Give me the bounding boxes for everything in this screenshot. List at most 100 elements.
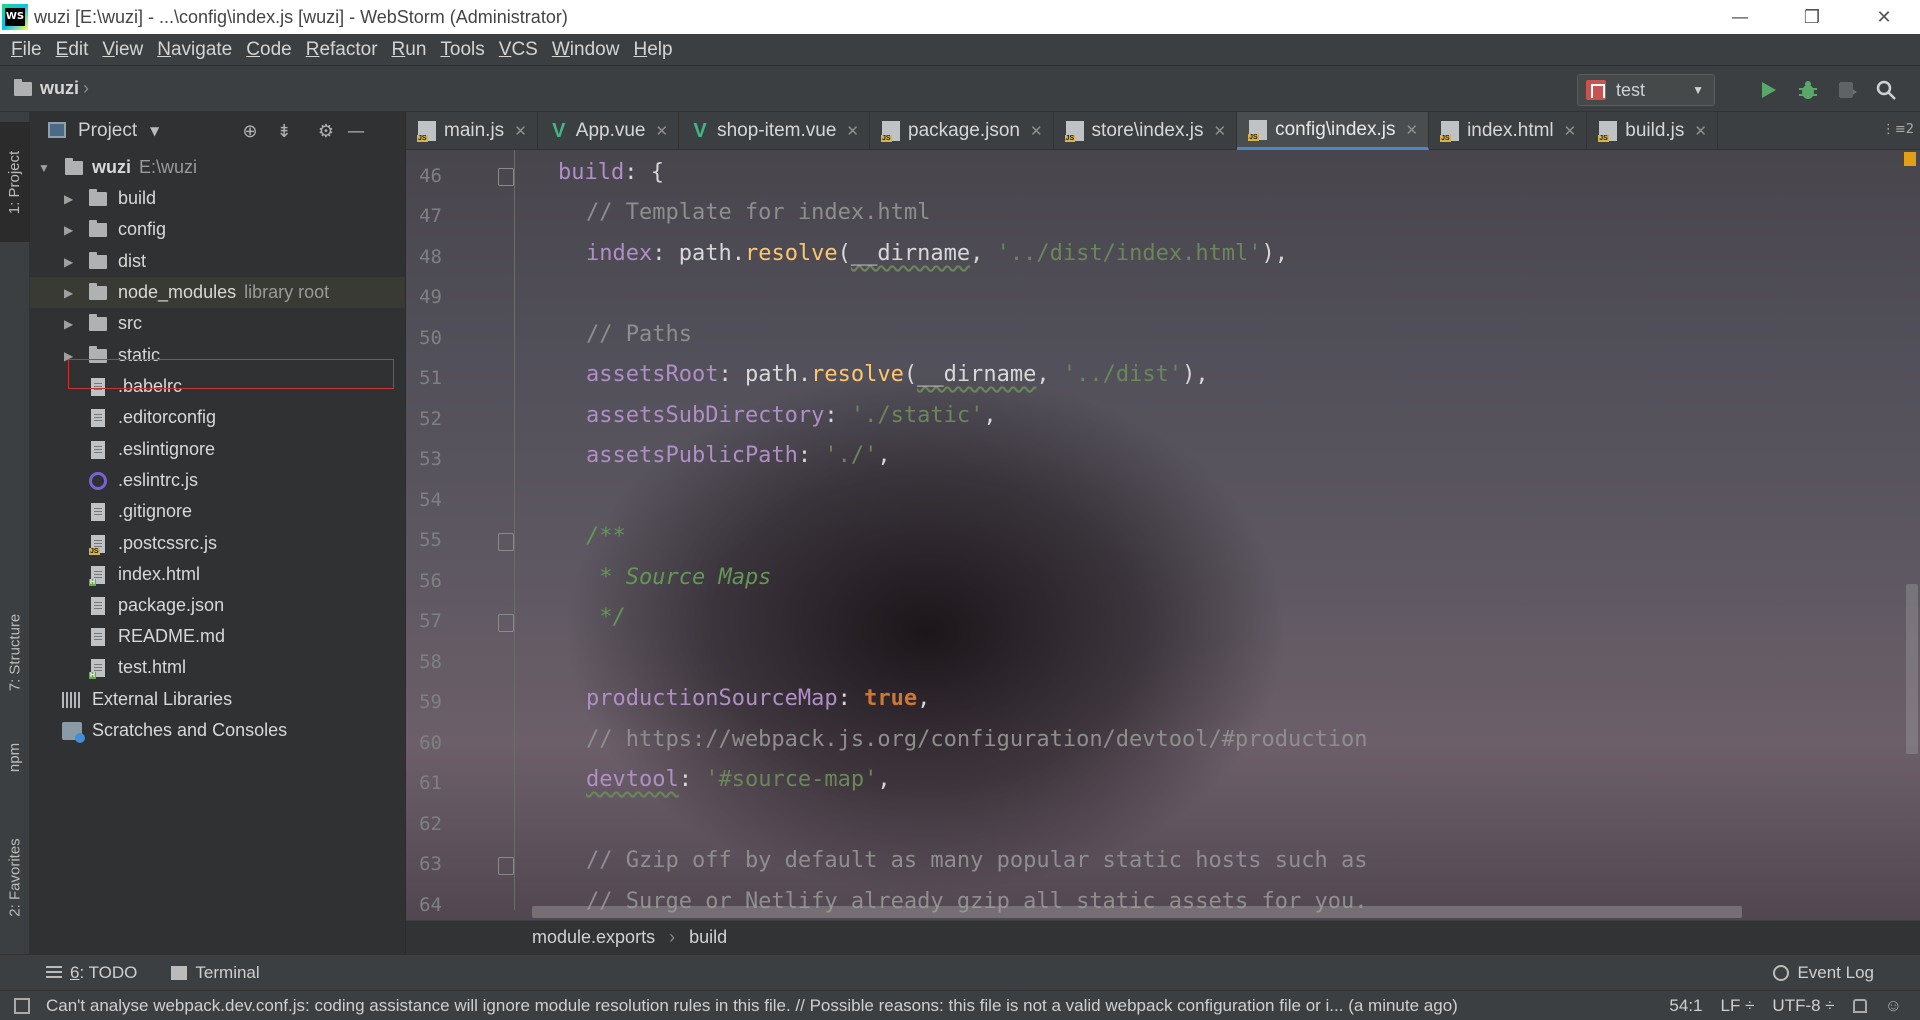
fold-marker-icon[interactable] (498, 857, 514, 875)
menu-code[interactable]: Code (239, 39, 298, 61)
terminal-tool-button[interactable]: Terminal (171, 963, 260, 983)
text-file-icon (91, 502, 105, 521)
status-message[interactable]: Can't analyse webpack.dev.conf.js: codin… (46, 996, 1458, 1016)
close-icon[interactable]: ✕ (1564, 122, 1577, 140)
close-button[interactable]: ✕ (1848, 0, 1920, 34)
search-everywhere-button[interactable] (1874, 78, 1898, 102)
tree-folder-dist[interactable]: ▶ dist (30, 246, 405, 277)
collapsed-arrow-icon: ▶ (64, 222, 74, 237)
fold-marker-icon[interactable] (498, 614, 514, 632)
menu-view[interactable]: View (95, 39, 150, 61)
folder-icon (89, 251, 107, 269)
library-root-hint: library root (244, 282, 330, 302)
tree-label: package.json (118, 595, 225, 615)
tree-scratches[interactable]: Scratches and Consoles (30, 715, 405, 746)
nav-project-crumb[interactable]: wuzi › (14, 78, 89, 99)
todo-tool-button[interactable]: 6: TODO (46, 963, 137, 983)
event-log-button[interactable]: Event Log (1773, 963, 1874, 983)
stop-button[interactable] (1834, 78, 1858, 102)
tab-store-index-js[interactable]: store\index.js ✕ (1054, 112, 1238, 150)
vertical-scrollbar[interactable] (1906, 584, 1918, 754)
warning-marker[interactable] (1904, 152, 1916, 166)
menu-help[interactable]: Help (626, 39, 679, 61)
close-icon[interactable]: ✕ (656, 122, 669, 140)
fold-marker-icon[interactable] (498, 168, 514, 186)
tree-file-postcssrc[interactable]: JS .postcssrc.js (30, 528, 405, 559)
close-icon[interactable]: ✕ (1214, 122, 1227, 140)
menu-window[interactable]: Window (545, 39, 627, 61)
close-icon[interactable]: ✕ (514, 122, 527, 140)
search-icon (1876, 80, 1896, 100)
caret-position[interactable]: 54:1 (1669, 996, 1702, 1016)
tool-tab-project[interactable]: 1: Project (0, 122, 30, 242)
editor-tabs: main.js✕ VApp.vue✕ Vshop-item.vue✕ packa… (406, 112, 1920, 150)
line-number: 63 (419, 853, 442, 875)
tool-tab-favorites-label: 2: Favorites (6, 837, 24, 917)
tree-folder-build[interactable]: ▶ build (30, 183, 405, 214)
debug-button[interactable] (1796, 78, 1820, 102)
menu-vcs[interactable]: VCS (492, 39, 545, 61)
menu-file[interactable]: File (4, 39, 49, 61)
menu-refactor[interactable]: Refactor (299, 39, 385, 61)
menu-navigate[interactable]: Navigate (150, 39, 239, 61)
collapse-all-icon[interactable]: ⇟ (272, 119, 296, 143)
close-icon[interactable]: ✕ (846, 122, 859, 140)
code-content[interactable]: build: { // Template for index.html inde… (406, 112, 1367, 914)
tab-build-js[interactable]: build.js ✕ (1587, 112, 1718, 150)
js-file-icon (1064, 121, 1084, 142)
tool-tab-npm[interactable]: npm (0, 717, 30, 797)
tree-external-libraries[interactable]: External Libraries (30, 684, 405, 715)
breadcrumb-item[interactable]: module.exports (532, 927, 655, 948)
tree-file-test-html[interactable]: H test.html (30, 652, 405, 683)
breadcrumb-item[interactable]: build (689, 927, 727, 948)
tree-file-package-json[interactable]: package.json (30, 590, 405, 621)
tree-file-readme[interactable]: README.md (30, 621, 405, 652)
code-line-48: index: path.resolve(__dirname, '../dist/… (586, 241, 1289, 266)
line-separator[interactable]: LF ÷ (1721, 996, 1755, 1016)
file-encoding[interactable]: UTF-8 ÷ (1772, 996, 1834, 1016)
menu-run[interactable]: Run (385, 39, 434, 61)
tab-package-json[interactable]: package.json ✕ (870, 112, 1054, 150)
tool-tab-structure[interactable]: 7: Structure (0, 582, 30, 722)
tool-tab-favorites[interactable]: 2: Favorites (0, 812, 30, 942)
close-icon[interactable]: ✕ (1405, 121, 1418, 139)
tab-config-index-js[interactable]: config\index.js ✕ (1237, 112, 1430, 150)
menu-edit[interactable]: Edit (49, 39, 96, 61)
restore-button[interactable]: ❐ (1776, 0, 1848, 34)
tree-file-index-html[interactable]: H index.html (30, 559, 405, 590)
toggle-tool-windows-icon[interactable] (14, 998, 30, 1014)
tab-index-html[interactable]: index.html ✕ (1429, 112, 1588, 150)
webstorm-logo-icon (2, 4, 28, 30)
close-icon[interactable]: ✕ (1030, 122, 1043, 140)
tab-shop-item-vue[interactable]: Vshop-item.vue ✕ (679, 112, 870, 150)
fold-marker-icon[interactable] (498, 533, 514, 551)
project-view-select[interactable]: Project (78, 120, 137, 142)
menu-tools[interactable]: Tools (433, 39, 491, 61)
gear-icon[interactable]: ⚙ (314, 119, 338, 143)
horizontal-scrollbar[interactable] (532, 906, 1742, 918)
tree-folder-node-modules[interactable]: ▶ node_modules library root (30, 277, 405, 308)
folder-icon (65, 157, 83, 175)
tree-label: .editorconfig (118, 407, 217, 427)
tree-file-editorconfig[interactable]: .editorconfig (30, 402, 405, 433)
tree-folder-config[interactable]: ▶ config (30, 214, 405, 245)
tree-file-gitignore[interactable]: .gitignore (30, 496, 405, 527)
tab-list-button[interactable]: ⋮≡2 (1882, 122, 1914, 137)
minimize-button[interactable]: — (1704, 0, 1776, 34)
run-button[interactable] (1756, 78, 1780, 102)
collapsed-arrow-icon: ▶ (64, 254, 74, 269)
tree-root-wuzi[interactable]: ▼ wuzi E:\wuzi (30, 152, 405, 183)
lock-icon[interactable] (1852, 999, 1867, 1013)
hide-icon[interactable]: — (344, 119, 368, 143)
tree-file-eslintrc[interactable]: .eslintrc.js (30, 465, 405, 496)
folder-icon (14, 78, 32, 96)
inspector-icon[interactable]: ☺ (1885, 996, 1902, 1016)
tree-folder-src[interactable]: ▶ src (30, 308, 405, 339)
tree-file-eslintignore[interactable]: .eslintignore (30, 434, 405, 465)
text-file-icon (91, 440, 105, 459)
tab-app-vue[interactable]: V App.vue ✕ (538, 112, 680, 150)
locate-icon[interactable]: ⊕ (238, 119, 262, 143)
tree-label: dist (118, 251, 147, 271)
run-configuration-select[interactable]: test ▼ (1577, 74, 1715, 106)
close-icon[interactable]: ✕ (1694, 122, 1707, 140)
